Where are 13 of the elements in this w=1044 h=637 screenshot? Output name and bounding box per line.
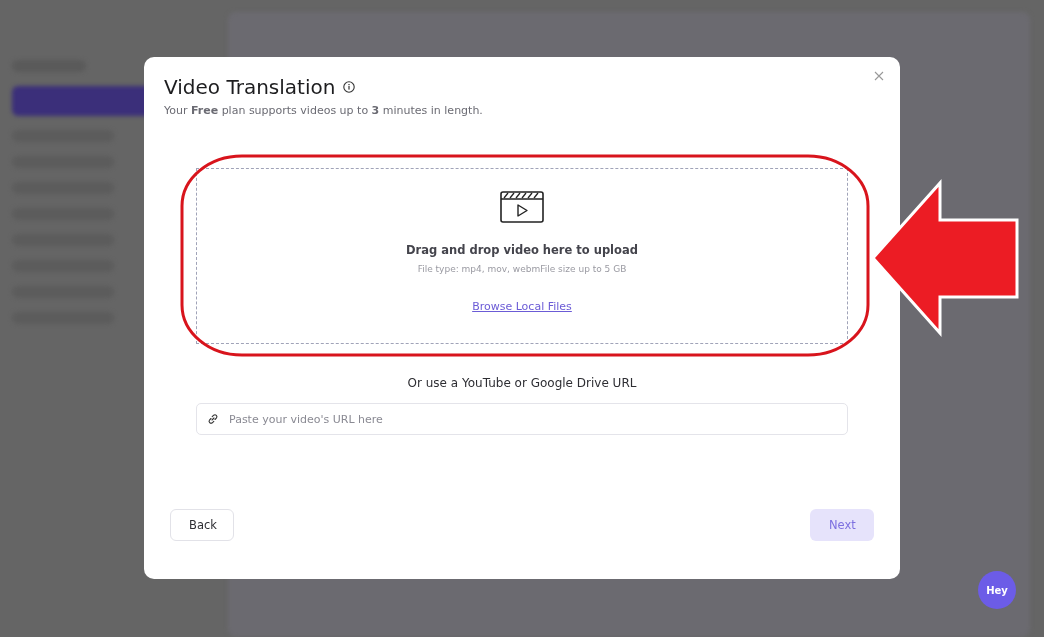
browse-files-link[interactable]: Browse Local Files	[472, 300, 572, 313]
drop-heading: Drag and drop video here to upload	[406, 243, 638, 257]
url-label: Or use a YouTube or Google Drive URL	[406, 376, 638, 390]
plan-note: Your Free plan supports videos up to 3 minutes in length.	[164, 104, 484, 117]
back-button[interactable]: Back	[170, 509, 234, 541]
close-button[interactable]	[872, 69, 886, 83]
file-type-hint: File type: mp4, mov, webmFile size up to 5 GB	[417, 264, 627, 274]
drop-zone[interactable]: Drag and drop video here to upload File type: mp4, mov, webmFile size up to 5 GB Browse Local Files	[196, 168, 848, 344]
video-clapper-icon	[500, 191, 544, 223]
url-field[interactable]: Paste your video's URL here	[196, 403, 848, 435]
dialog-title: Video Translation	[164, 75, 336, 99]
info-icon[interactable]	[343, 81, 356, 93]
link-icon	[207, 413, 219, 425]
